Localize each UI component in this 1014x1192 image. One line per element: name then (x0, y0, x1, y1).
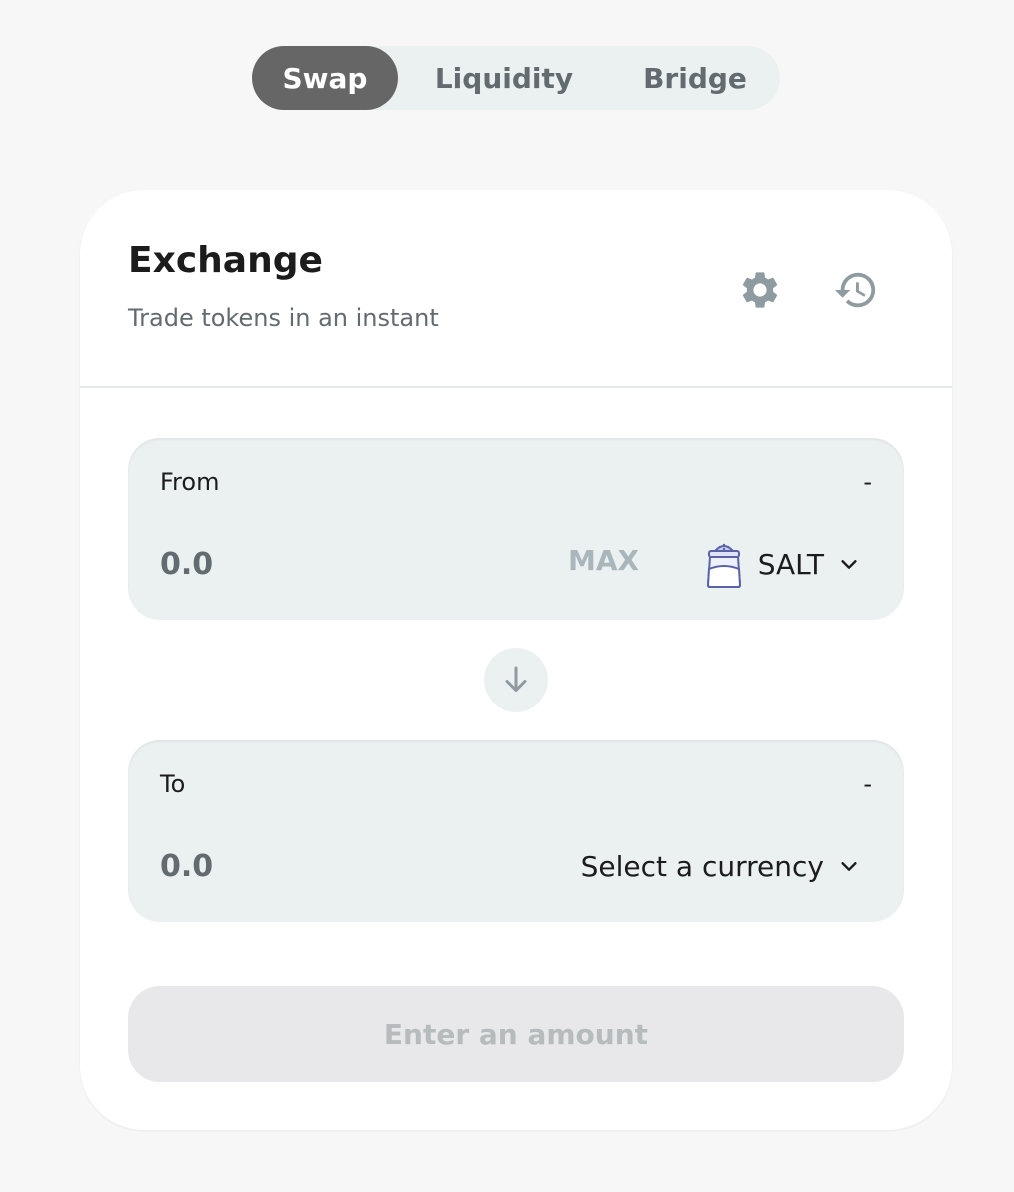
swap-direction-button[interactable] (484, 648, 548, 712)
tab-swap[interactable]: Swap (252, 46, 398, 110)
to-panel: To - Select a currency (128, 740, 904, 922)
history-icon (834, 272, 876, 308)
from-balance: - (863, 468, 872, 496)
max-button[interactable]: MAX (568, 544, 639, 577)
to-balance: - (863, 770, 872, 798)
from-amount-input[interactable] (160, 542, 460, 586)
settings-button[interactable] (736, 266, 784, 314)
chevron-down-icon (838, 855, 860, 877)
tab-bridge[interactable]: Bridge (610, 46, 780, 110)
to-label: To (160, 770, 186, 798)
select-currency-label: Select a currency (580, 849, 824, 883)
nav-tabs: Swap Liquidity Bridge (252, 46, 780, 110)
gear-icon (742, 272, 778, 308)
to-amount-input[interactable] (160, 844, 460, 888)
arrow-down-icon (505, 666, 527, 692)
from-label: From (160, 468, 220, 496)
from-panel: From - MAX SALT (128, 438, 904, 620)
enter-amount-button[interactable]: Enter an amount (128, 986, 904, 1082)
from-token-symbol: SALT (757, 547, 824, 581)
salt-shaker-icon (702, 539, 746, 589)
exchange-card: Exchange Trade tokens in an instant From… (80, 190, 952, 1130)
to-currency-select[interactable]: Select a currency (581, 838, 860, 894)
chevron-down-icon (838, 553, 860, 575)
from-token-select[interactable]: SALT (702, 536, 860, 592)
history-button[interactable] (832, 266, 880, 314)
tab-liquidity[interactable]: Liquidity (398, 46, 610, 110)
card-header: Exchange Trade tokens in an instant (80, 190, 952, 388)
page-title: Exchange (128, 240, 323, 281)
page-subtitle: Trade tokens in an instant (128, 304, 439, 332)
